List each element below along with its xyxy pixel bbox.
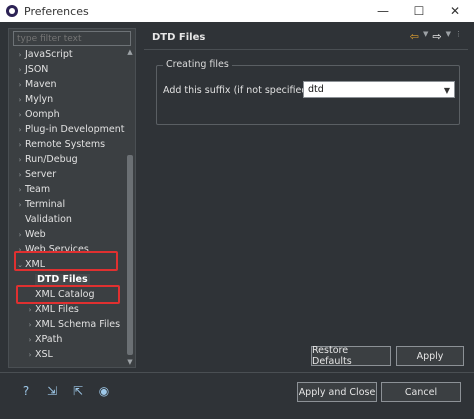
xml-highlight-box [14,251,118,271]
tree-item[interactable]: › Plug-in Development [9,122,125,138]
restore-defaults-button[interactable]: Restore Defaults [311,345,391,367]
tree-item-label: DTD Files [35,274,90,285]
tree-item-label: XML Files [35,304,79,315]
tree-item[interactable]: › Team [9,182,123,197]
expand-chevron-icon[interactable]: › [25,348,35,363]
tree-item[interactable]: › Mylyn [9,92,123,107]
xml-catalog-highlight-box [16,285,120,304]
tree-item-label: Remote Systems [25,139,106,150]
tree-item[interactable]: › JavaScript [9,47,123,62]
tree-item[interactable]: › JSON [9,62,123,77]
tree-item-label: Team [25,184,51,195]
export-icon[interactable]: ⇱ [70,383,86,399]
tree-item-label: Web [25,229,46,240]
expand-chevron-icon[interactable]: › [15,108,25,123]
bottom-separator [0,372,474,373]
tree-item[interactable]: › Oomph [9,107,123,122]
expand-chevron-icon[interactable]: › [15,63,25,78]
tree-item-label: JavaScript [25,49,73,60]
expand-chevron-icon[interactable]: › [15,123,25,138]
help-icon[interactable]: ? [18,383,34,399]
bottom-toolbar: ? ⇲ ⇱ ◉ [18,383,112,399]
expand-chevron-icon[interactable]: › [25,303,35,318]
expand-chevron-icon[interactable]: › [15,48,25,63]
forward-dropdown-icon[interactable]: ▼ [446,30,451,43]
expand-chevron-icon[interactable]: › [15,78,25,93]
apply-and-close-button[interactable]: Apply and Close [297,382,377,402]
tree-item[interactable]: › XPath [9,332,123,347]
tree-item[interactable]: › Remote Systems [9,137,123,152]
oomph-icon[interactable]: ◉ [96,383,112,399]
page-navigation: ⇦ ▼ ⇨ ▼ ⋮ [410,30,462,43]
title-bar: Preferences — ☐ ✕ [0,0,474,22]
close-button[interactable]: ✕ [440,0,470,22]
tree-item[interactable]: › Maven [9,77,123,92]
forward-arrow-icon[interactable]: ⇨ [432,30,441,43]
tree-item-label: Run/Debug [25,154,78,165]
maximize-button[interactable]: ☐ [404,0,434,22]
import-icon[interactable]: ⇲ [44,383,60,399]
tree-item-label: Server [25,169,57,180]
tree-item-label: XSL [35,349,53,360]
tree-item-label: XML Schema Files [35,319,121,330]
suffix-label: Add this suffix (if not specified): [163,85,315,96]
scroll-up-arrow-icon[interactable]: ▲ [125,47,135,57]
expand-chevron-icon[interactable]: › [15,153,25,168]
suffix-select-value: dtd [308,84,324,95]
group-legend: Creating files [163,59,232,70]
tree-item-label: XPath [35,334,63,345]
preferences-tree-panel: ›JavaScript›JSON›Maven›Mylyn›Oomph›Plug-… [8,28,136,368]
page-title: DTD Files [152,32,206,43]
expand-chevron-icon[interactable]: › [15,183,25,198]
window-title: Preferences [24,4,89,18]
tree-item-label: Mylyn [25,94,54,105]
suffix-select[interactable]: dtd ▼ [303,81,455,98]
tree-item-label: JSON [25,64,49,75]
view-menu-icon[interactable]: ⋮ [455,30,462,43]
scroll-down-arrow-icon[interactable]: ▼ [125,357,135,367]
tree-item-label: Validation [25,214,72,225]
tree-item[interactable]: Validation [9,212,123,227]
expand-chevron-icon[interactable]: › [15,198,25,213]
tree-item[interactable]: › Terminal [9,197,123,212]
tree-item-label: Terminal [25,199,66,210]
expand-chevron-icon[interactable]: › [15,228,25,243]
tree-item[interactable]: › Web [9,227,123,242]
expand-chevron-icon[interactable]: › [15,93,25,108]
scroll-thumb[interactable] [127,155,133,355]
tree-scrollbar[interactable]: ▲ ▼ [125,47,135,367]
tree-item[interactable]: › XML Files [9,302,123,317]
tree-item[interactable]: › Server [9,167,123,182]
cancel-button[interactable]: Cancel [381,382,461,402]
title-separator [144,49,468,50]
eclipse-app-icon [6,5,18,17]
chevron-down-icon: ▼ [443,86,450,95]
preferences-tree: › JavaScript › JSON › Maven › Mylyn › Oomph › Plug-… [9,47,125,362]
filter-input[interactable] [13,31,131,46]
apply-button[interactable]: Apply [396,346,464,366]
back-dropdown-icon[interactable]: ▼ [423,30,428,43]
expand-chevron-icon[interactable]: › [15,138,25,153]
expand-chevron-icon[interactable]: › [25,333,35,348]
minimize-button[interactable]: — [368,0,398,22]
creating-files-group: Creating files Add this suffix (if not s… [156,59,460,125]
tree-item-label: Maven [25,79,57,90]
tree-item-label: Plug-in Development [25,124,125,135]
preference-page: DTD Files ⇦ ▼ ⇨ ▼ ⋮ Creating files Add t… [144,28,468,368]
tree-item-label: Oomph [25,109,60,120]
expand-chevron-icon[interactable]: › [15,168,25,183]
expand-chevron-icon[interactable]: › [25,318,35,333]
tree-item[interactable]: › XML Schema Files [9,317,123,332]
back-arrow-icon[interactable]: ⇦ [410,30,419,43]
tree-item[interactable]: › XSL [9,347,123,362]
tree-item[interactable]: › Run/Debug [9,152,123,167]
